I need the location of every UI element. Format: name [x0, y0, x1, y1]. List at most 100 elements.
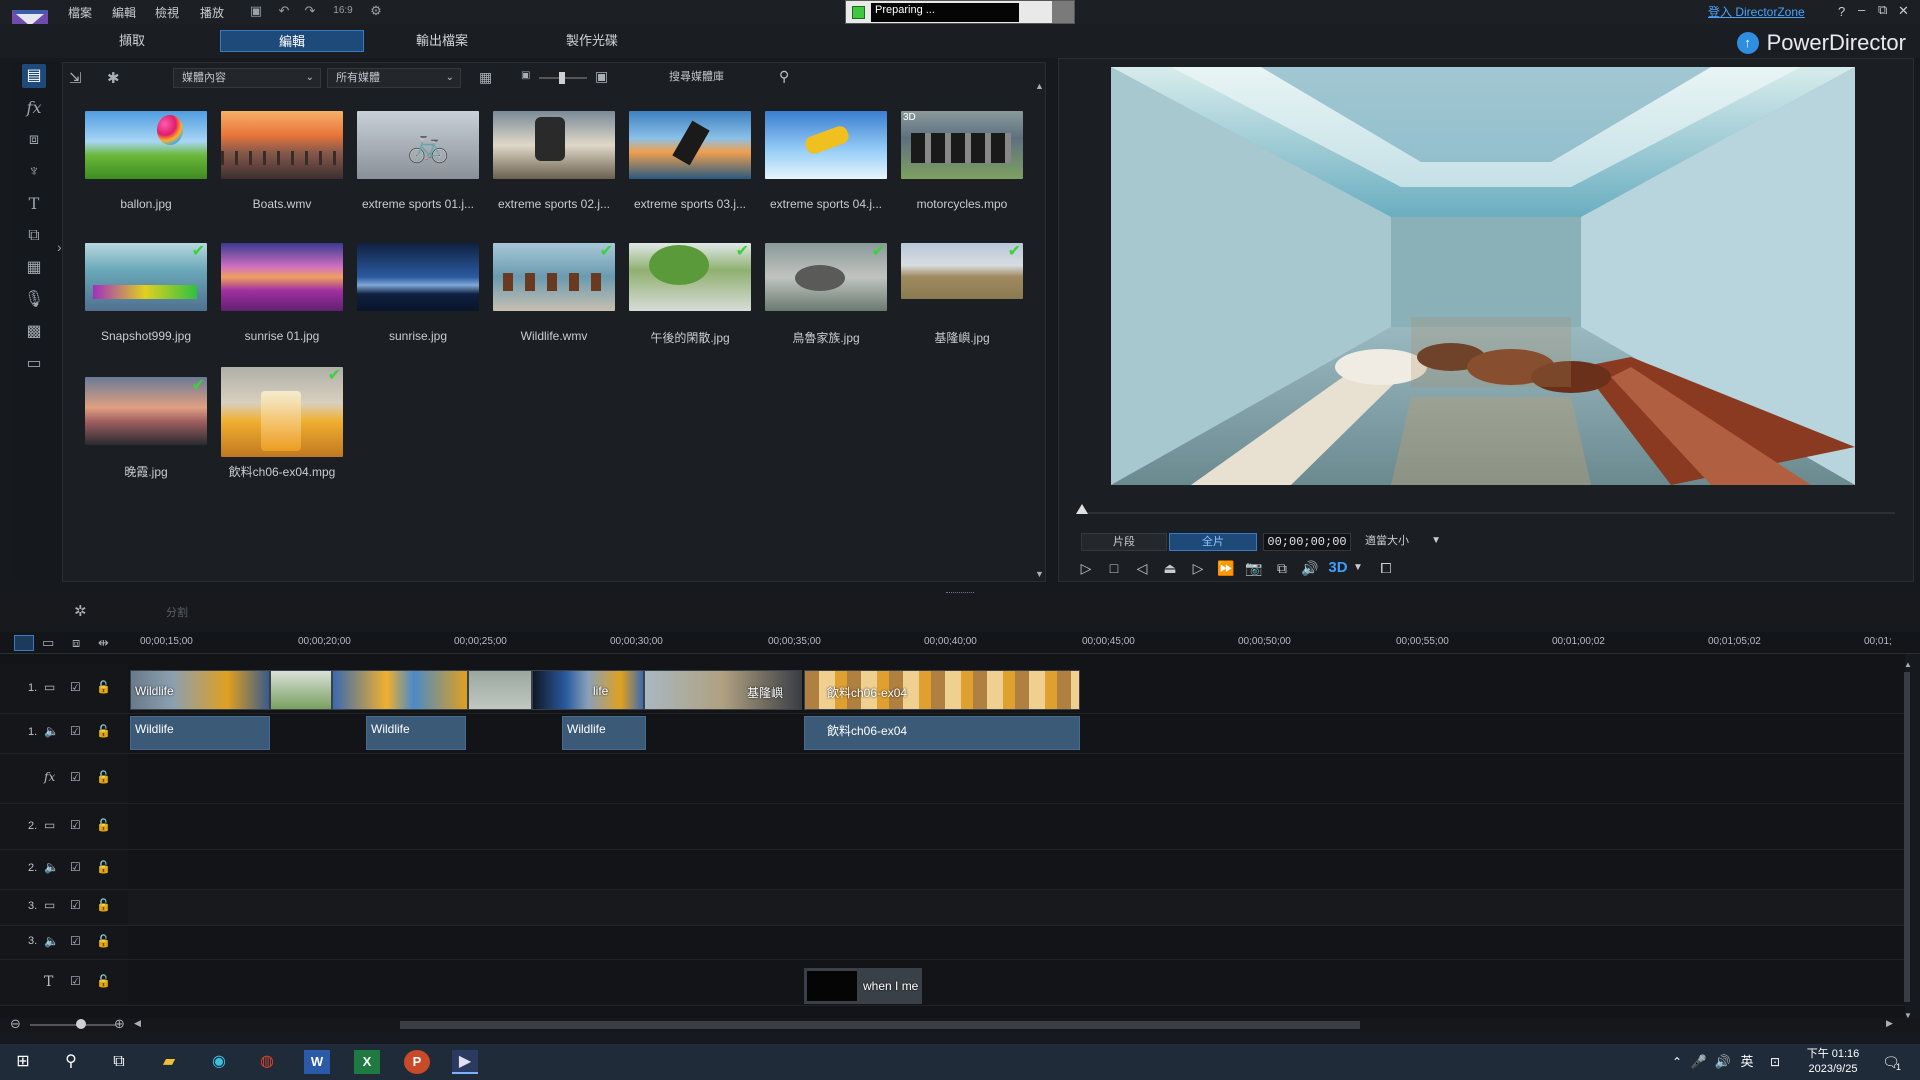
timecode-display[interactable]: 00;00;00;00 [1263, 533, 1351, 551]
search-icon[interactable]: ⚲ [58, 1050, 84, 1074]
track-enable-checkbox[interactable]: ☑ [70, 724, 81, 738]
audio-clip[interactable]: Wildlife [562, 716, 646, 750]
zoom-slider-knob[interactable] [76, 1019, 86, 1029]
track-enable-checkbox[interactable]: ☑ [70, 898, 81, 912]
timeline-horizontal-scrollbar[interactable]: ⊖ ⊕ ◀ ▶ [0, 1016, 1920, 1032]
stop-icon[interactable]: □ [1103, 557, 1125, 579]
track-enable-checkbox[interactable]: ☑ [70, 934, 81, 948]
pip-room-icon[interactable]: ⧈ [22, 128, 46, 152]
restore-button[interactable]: ⧉ [1878, 2, 1887, 18]
video-clip[interactable] [270, 670, 332, 710]
media-item[interactable]: Boats.wmv [221, 111, 343, 211]
thumb-size-slider[interactable] [539, 72, 587, 84]
track-enable-checkbox[interactable]: ☑ [70, 818, 81, 832]
video-clip[interactable]: Wildlife [130, 670, 270, 710]
file-explorer-icon[interactable]: ▰ [156, 1050, 182, 1074]
previous-frame-icon[interactable]: ◁ [1131, 557, 1153, 579]
track-enable-checkbox[interactable]: ☑ [70, 680, 81, 694]
track-enable-checkbox[interactable]: ☑ [70, 770, 81, 784]
volume-icon[interactable]: 🔊 [1299, 557, 1321, 579]
menu-view[interactable]: 檢視 [155, 4, 179, 21]
detach-preview-icon[interactable]: ⧠ [1375, 557, 1397, 579]
media-item[interactable]: extreme sports 03.j... [629, 111, 751, 211]
hscroll-thumb[interactable] [400, 1021, 1360, 1029]
track-enable-checkbox[interactable]: ☑ [70, 860, 81, 874]
settings-gear-icon[interactable]: ⚙ [368, 3, 384, 19]
3d-mode-button[interactable]: 3D [1327, 557, 1349, 579]
track-lock-icon[interactable]: 🔓 [96, 974, 111, 988]
video-clip[interactable] [468, 670, 532, 710]
media-item[interactable]: sunrise 01.jpg [221, 243, 343, 343]
chrome-icon[interactable]: ◍ [254, 1050, 280, 1074]
library-scrollbar[interactable]: ▲ ▼ [1035, 81, 1044, 579]
track-lock-icon[interactable]: 🔓 [96, 860, 111, 874]
menu-playback[interactable]: 播放 [200, 4, 224, 21]
transition-room-icon[interactable]: ⧉ [22, 224, 46, 248]
snapshot-camera-icon[interactable]: 📷 [1243, 557, 1265, 579]
tab-capture[interactable]: 擷取 [60, 30, 204, 52]
aspect-ratio-dropdown[interactable]: 16:9 [328, 3, 358, 19]
track-lock-icon[interactable]: 🔓 [96, 680, 111, 694]
audio-mixing-icon[interactable]: ▦ [22, 256, 46, 280]
ime-mode-icon[interactable]: ⊡ [1762, 1050, 1788, 1074]
excel-icon[interactable]: X [354, 1050, 380, 1074]
menu-edit[interactable]: 編輯 [112, 4, 136, 21]
redo-icon[interactable]: ↷ [302, 3, 318, 19]
track-lock-icon[interactable]: 🔓 [96, 770, 111, 784]
splitter-handle[interactable] [946, 592, 974, 594]
scroll-up-icon[interactable]: ▲ [1904, 660, 1912, 669]
scroll-down-icon[interactable]: ▼ [1035, 569, 1044, 579]
upgrade-arrow-icon[interactable]: ↑ [1736, 32, 1759, 54]
help-button[interactable]: ? [1838, 4, 1845, 19]
input-language[interactable]: 英 [1734, 1050, 1760, 1074]
edge-browser-icon[interactable]: ◉ [206, 1050, 232, 1074]
media-item[interactable]: ✔ 飲料ch06-ex04.mpg [221, 367, 343, 480]
expand-panel-icon[interactable]: › [57, 239, 62, 255]
media-item[interactable]: 🚲 extreme sports 01.j... [357, 111, 479, 211]
audio-clip[interactable]: Wildlife [130, 716, 270, 750]
video-clip[interactable]: life [532, 670, 644, 710]
scroll-right-icon[interactable]: ▶ [1886, 1018, 1893, 1029]
track-lock-icon[interactable]: 🔓 [96, 818, 111, 832]
media-item[interactable]: extreme sports 04.j... [765, 111, 887, 211]
large-thumb-icon[interactable]: ▣ [595, 68, 608, 85]
track-lock-icon[interactable]: 🔓 [96, 724, 111, 738]
media-room-icon[interactable]: ▤ [22, 64, 46, 88]
thumb-size-slider-knob[interactable] [559, 72, 565, 84]
zoom-in-icon[interactable]: ⊕ [114, 1016, 125, 1032]
voice-over-icon[interactable]: 🎙 [22, 288, 46, 312]
powerdirector-taskbar-icon[interactable]: ▶ [452, 1050, 478, 1074]
fit-timeline-icon[interactable]: ⧈ [72, 635, 80, 651]
media-item[interactable]: 3D motorcycles.mpo [901, 111, 1023, 211]
movie-mode-button[interactable]: 全片 [1169, 533, 1257, 551]
undo-icon[interactable]: ↶ [276, 3, 292, 19]
powerpoint-icon[interactable]: P [404, 1050, 430, 1074]
search-icon[interactable]: ⚲ [779, 68, 789, 85]
windows-start-icon[interactable]: ⊞ [10, 1050, 36, 1074]
video-clip[interactable] [332, 670, 468, 710]
magic-tools-icon[interactable]: ✲ [74, 602, 87, 620]
tab-produce[interactable]: 輸出檔案 [370, 30, 514, 52]
split-icon[interactable]: ⏏ [1159, 557, 1181, 579]
content-dropdown[interactable]: 媒體內容 ⌄ [173, 68, 321, 88]
scrubber-knob[interactable] [1076, 504, 1088, 514]
import-media-icon[interactable]: ⇲ [69, 69, 82, 87]
video-clip[interactable]: 基隆嶼 [644, 670, 802, 710]
clip-mode-button[interactable]: 片段 [1081, 533, 1167, 551]
expand-timeline-icon[interactable]: ⇹ [98, 635, 109, 651]
chevron-down-icon[interactable]: ▼ [1347, 557, 1369, 579]
track-lock-icon[interactable]: 🔓 [96, 934, 111, 948]
small-thumb-icon[interactable]: ▣ [521, 70, 530, 81]
video-clip[interactable]: 飲料ch06-ex04 [804, 670, 1080, 710]
media-item[interactable]: ✔ 晚霞.jpg [85, 377, 207, 480]
storyboard-view-icon[interactable]: ▭ [42, 635, 54, 651]
preview-window-icon[interactable]: ⧉ [1271, 557, 1293, 579]
media-item[interactable]: ✔ Snapshot999.jpg [85, 243, 207, 343]
system-clock[interactable]: 下午 01:16 2023/9/25 [1798, 1047, 1868, 1077]
particle-room-icon[interactable]: ♆ [22, 160, 46, 184]
zoom-out-icon[interactable]: ⊖ [10, 1016, 21, 1032]
task-view-icon[interactable]: ⧉ [106, 1050, 132, 1074]
subtitle-room-icon[interactable]: ▭ [22, 352, 46, 376]
preview-scrubber[interactable] [1076, 504, 1895, 514]
chapter-room-icon[interactable]: ▩ [22, 320, 46, 344]
